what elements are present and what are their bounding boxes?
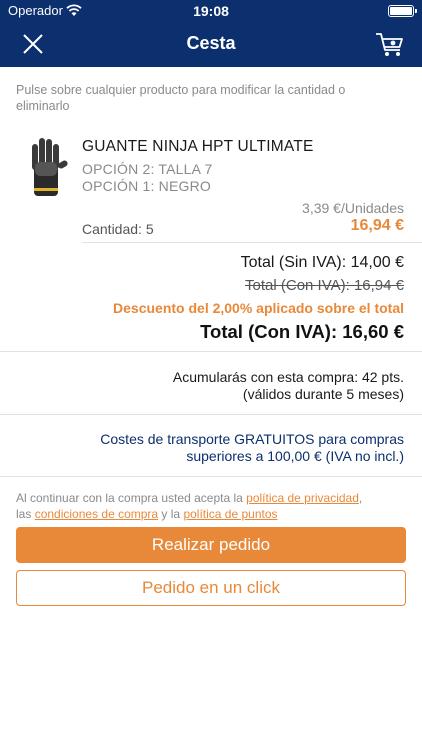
product-option-2: OPCIÓN 2: TALLA 7 (82, 161, 213, 177)
total-sin-iva: Total (Sin IVA): 14,00 € (240, 254, 404, 271)
terms-prefix: Al continuar con la compra usted acepta … (16, 491, 247, 505)
one-click-order-button[interactable]: Pedido en un click (16, 570, 406, 606)
place-order-button[interactable]: Realizar pedido (16, 527, 406, 563)
points-line-1: Acumularás con esta compra: 42 pts. (172, 369, 404, 385)
page-title: Cesta (186, 33, 236, 53)
shipping-line-1: Costes de transporte GRATUITOS para comp… (100, 431, 404, 447)
total-con-iva-original: Total (Con IVA): 16,94 € (245, 277, 404, 294)
divider (0, 351, 422, 352)
product-image (32, 138, 68, 196)
terms-and: y la (158, 507, 184, 521)
status-bar: Operador 19:08 (0, 0, 422, 22)
terms-separator: , (358, 491, 363, 505)
top-bar: Operador 19:08 Cesta (0, 0, 422, 67)
clock: 19:08 (193, 3, 229, 19)
quantity-label: Cantidad: 5 (82, 221, 154, 237)
divider (0, 414, 422, 415)
shipping-line-2: superiores a 100,00 € (IVA no incl.) (186, 448, 404, 464)
nav-bar: Cesta (0, 22, 422, 67)
battery-icon (388, 5, 417, 17)
privacy-policy-link[interactable]: política de privacidad (246, 491, 359, 505)
cart-icon[interactable] (374, 28, 406, 60)
product-option-1: OPCIÓN 1: NEGRO (82, 178, 212, 194)
divider (82, 242, 422, 243)
purchase-conditions-link[interactable]: condiciones de compra (35, 507, 158, 521)
points-info: Acumularás con esta compra: 42 pts. (vál… (173, 369, 404, 403)
shipping-info: Costes de transporte GRATUITOS para comp… (100, 431, 404, 465)
product-name: GUANTE NINJA HPT ULTIMATE (82, 138, 314, 155)
divider (0, 476, 422, 477)
discount-note: Descuento del 2,00% aplicado sobre el to… (113, 300, 404, 316)
total-con-iva: Total (Con IVA): 16,60 € (200, 321, 404, 342)
points-line-2: (válidos durante 5 meses) (242, 386, 404, 402)
unit-price: 3,39 €/Unidades (302, 200, 404, 216)
line-total: 16,94 € (350, 217, 404, 234)
points-policy-link[interactable]: política de puntos (183, 507, 277, 521)
hint-text: Pulse sobre cualquier producto para modi… (16, 83, 346, 113)
terms-text: Al continuar con la compra usted acepta … (16, 490, 408, 522)
cart-product-item[interactable]: GUANTE NINJA HPT ULTIMATE OPCIÓN 2: TALL… (0, 130, 422, 242)
terms-prefix-2: las (16, 507, 35, 521)
